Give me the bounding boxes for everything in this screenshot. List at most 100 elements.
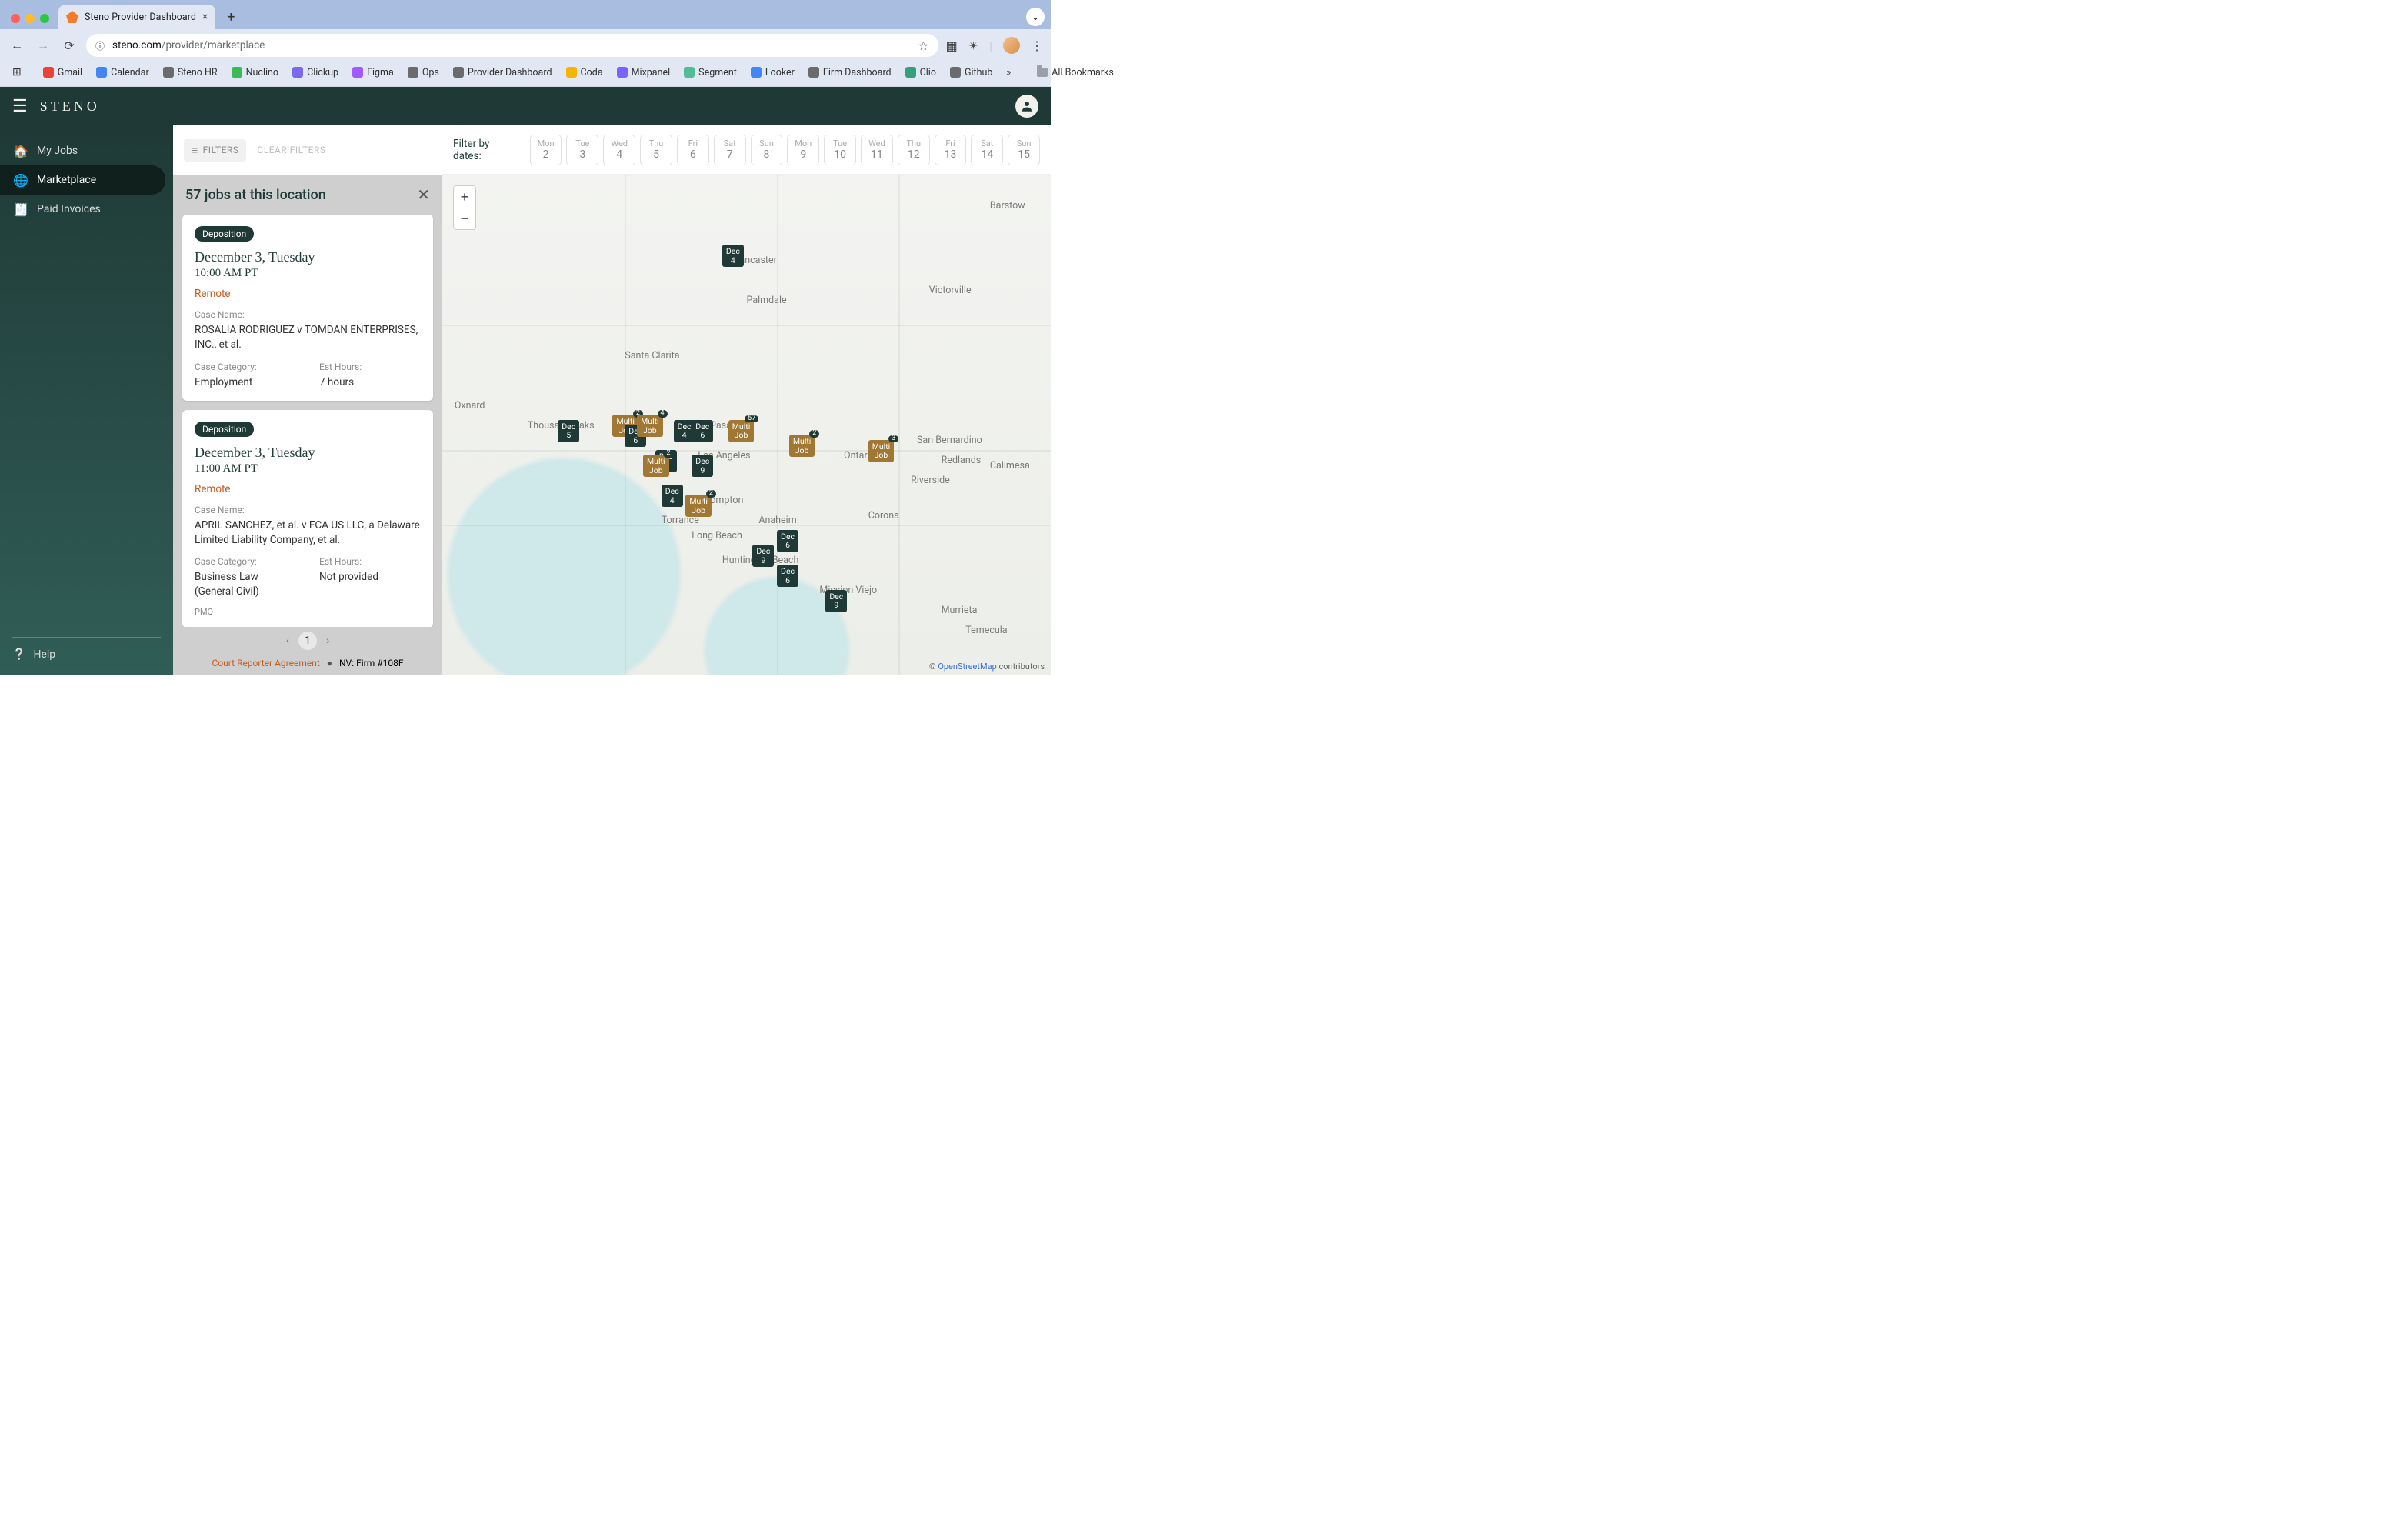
date-chip[interactable]: Tue3 (566, 135, 598, 165)
new-tab-button[interactable]: + (220, 6, 242, 28)
sidebar-item-marketplace[interactable]: 🌐 Marketplace (0, 165, 165, 195)
bookmark-item[interactable]: Clickup (288, 65, 343, 80)
date-chip-dow: Thu (906, 138, 921, 148)
page-next-button[interactable]: › (326, 635, 329, 647)
menu-icon[interactable]: ☰ (12, 97, 28, 116)
map-pin-multi[interactable]: MultiJob2 (789, 435, 815, 457)
map-pin-multi[interactable]: MultiJob3 (868, 440, 895, 462)
map-pin-date[interactable]: Dec6 (777, 565, 798, 587)
date-chip[interactable]: Mon2 (530, 135, 562, 165)
bookmark-star-icon[interactable]: ☆ (918, 38, 928, 53)
bookmark-item[interactable]: Clio (901, 65, 941, 80)
bookmark-item[interactable]: Figma (348, 65, 398, 80)
date-chip[interactable]: Sat7 (714, 135, 746, 165)
clear-filters-button[interactable]: CLEAR FILTERS (257, 145, 325, 155)
bookmarks-overflow-icon[interactable]: » (1002, 65, 1015, 80)
help-button[interactable]: ❔ Help (12, 648, 161, 661)
case-category-label: Case Category: (195, 362, 296, 372)
map-pin-multi[interactable]: MultiJob4 (637, 415, 663, 437)
bookmark-item[interactable]: Looker (746, 65, 799, 80)
site-info-icon[interactable]: ⓘ (95, 39, 105, 52)
map-pin-date[interactable]: Dec9 (692, 455, 713, 477)
page-prev-button[interactable]: ‹ (286, 635, 289, 647)
map-pin-date[interactable]: Dec6 (777, 530, 798, 552)
profile-avatar-icon[interactable] (1003, 37, 1020, 54)
chrome-menu-icon[interactable]: ⋮ (1031, 38, 1043, 53)
home-icon: 🏠 (14, 144, 28, 158)
date-chip[interactable]: Thu12 (898, 135, 930, 165)
map-pin-date[interactable]: Dec5 (558, 420, 579, 442)
date-chip[interactable]: Tue10 (824, 135, 856, 165)
map-pin-multi[interactable]: MultiJob2 (685, 495, 712, 517)
osm-link[interactable]: OpenStreetMap (938, 662, 996, 672)
bookmark-item[interactable]: Mixpanel (612, 65, 675, 80)
bookmark-item[interactable]: Provider Dashboard (448, 65, 557, 80)
url-host: steno.com (112, 39, 162, 52)
list-header: 57 jobs at this location ✕ (173, 175, 442, 215)
date-chip[interactable]: Sun8 (751, 135, 783, 165)
map-pin-multi[interactable]: MultiJob57 (728, 420, 755, 442)
bookmark-item[interactable]: Gmail (38, 65, 87, 80)
browser-tab[interactable]: Steno Provider Dashboard × (58, 5, 215, 29)
date-chip[interactable]: Fri13 (935, 135, 967, 165)
zoom-out-button[interactable]: − (454, 208, 475, 229)
sidebar-item-my-jobs[interactable]: 🏠 My Jobs (0, 136, 165, 165)
date-chip[interactable]: Wed4 (603, 135, 635, 165)
pin-badge: 3 (888, 435, 898, 443)
bookmark-favicon-icon (232, 67, 242, 78)
tabs-dropdown-button[interactable]: ⌄ (1026, 8, 1045, 26)
bookmark-label: Clio (920, 67, 936, 78)
zoom-in-button[interactable]: + (454, 186, 475, 208)
receipt-icon: 🧾 (14, 202, 28, 216)
pin-badge: 4 (658, 410, 668, 418)
extensions-puzzle-icon[interactable]: ✴ (968, 38, 978, 53)
reload-button[interactable]: ⟳ (60, 38, 78, 53)
apps-grid-icon[interactable]: ⊞ (8, 65, 26, 80)
page-current[interactable]: 1 (298, 632, 317, 650)
address-bar[interactable]: ⓘ steno.com/provider/marketplace ☆ (86, 34, 938, 57)
bookmark-item[interactable]: Ops (403, 65, 444, 80)
all-bookmarks-button[interactable]: All Bookmarks (1032, 65, 1118, 80)
map-pin-multi[interactable]: MultiJob2 (643, 455, 669, 477)
date-chip[interactable]: Fri6 (677, 135, 709, 165)
close-list-icon[interactable]: ✕ (417, 185, 430, 204)
forward-button[interactable]: → (34, 38, 52, 53)
tab-close-icon[interactable]: × (202, 11, 208, 23)
bookmark-favicon-icon (617, 67, 628, 78)
extension-icon[interactable]: ▦ (946, 38, 958, 53)
bookmark-item[interactable]: Github (945, 65, 997, 80)
job-card[interactable]: Deposition December 3, Tuesday 11:00 AM … (182, 410, 433, 627)
bookmark-item[interactable]: Calendar (92, 65, 154, 80)
bookmark-item[interactable]: Coda (562, 65, 608, 80)
date-chip[interactable]: Wed11 (861, 135, 893, 165)
sidebar-item-paid-invoices[interactable]: 🧾 Paid Invoices (0, 195, 165, 224)
bookmark-item[interactable]: Segment (679, 65, 742, 80)
bookmark-item[interactable]: Firm Dashboard (804, 65, 896, 80)
job-cards[interactable]: Deposition December 3, Tuesday 10:00 AM … (173, 215, 442, 627)
map-canvas[interactable]: + − BarstowLancasterPalmdaleVictorvilleS… (442, 175, 1051, 675)
date-chip[interactable]: Sun15 (1008, 135, 1040, 165)
filters-button[interactable]: ≡ FILTERS (184, 139, 246, 162)
date-chip[interactable]: Sat14 (971, 135, 1003, 165)
map-pin-date[interactable]: Dec6 (692, 420, 713, 442)
app-logo[interactable]: STENO (40, 98, 100, 115)
window-close-icon[interactable] (11, 14, 20, 23)
sidebar-item-label: My Jobs (37, 145, 78, 157)
bookmark-item[interactable]: Nuclino (227, 65, 283, 80)
date-chip[interactable]: Thu5 (640, 135, 672, 165)
window-min-icon[interactable] (25, 14, 35, 23)
job-card[interactable]: Deposition December 3, Tuesday 10:00 AM … (182, 215, 433, 401)
bookmarks-bar: ⊞ Gmail Calendar Steno HR Nuclino Clickup Fig… (0, 62, 1051, 87)
sidebar-item-label: Paid Invoices (37, 203, 101, 215)
map-pin-date[interactable]: Dec9 (752, 545, 774, 567)
back-button[interactable]: ← (8, 38, 26, 53)
map-pin-date[interactable]: Dec4 (722, 245, 744, 267)
map-pin-date[interactable]: Dec4 (662, 485, 683, 507)
user-avatar-icon[interactable] (1015, 95, 1038, 118)
map-pin-date[interactable]: Dec9 (825, 590, 847, 612)
court-reporter-agreement-link[interactable]: Court Reporter Agreement (212, 658, 320, 668)
bookmark-item[interactable]: Steno HR (158, 65, 222, 80)
date-chip[interactable]: Mon9 (787, 135, 819, 165)
window-max-icon[interactable] (40, 14, 49, 23)
bookmark-label: Mixpanel (632, 67, 671, 78)
